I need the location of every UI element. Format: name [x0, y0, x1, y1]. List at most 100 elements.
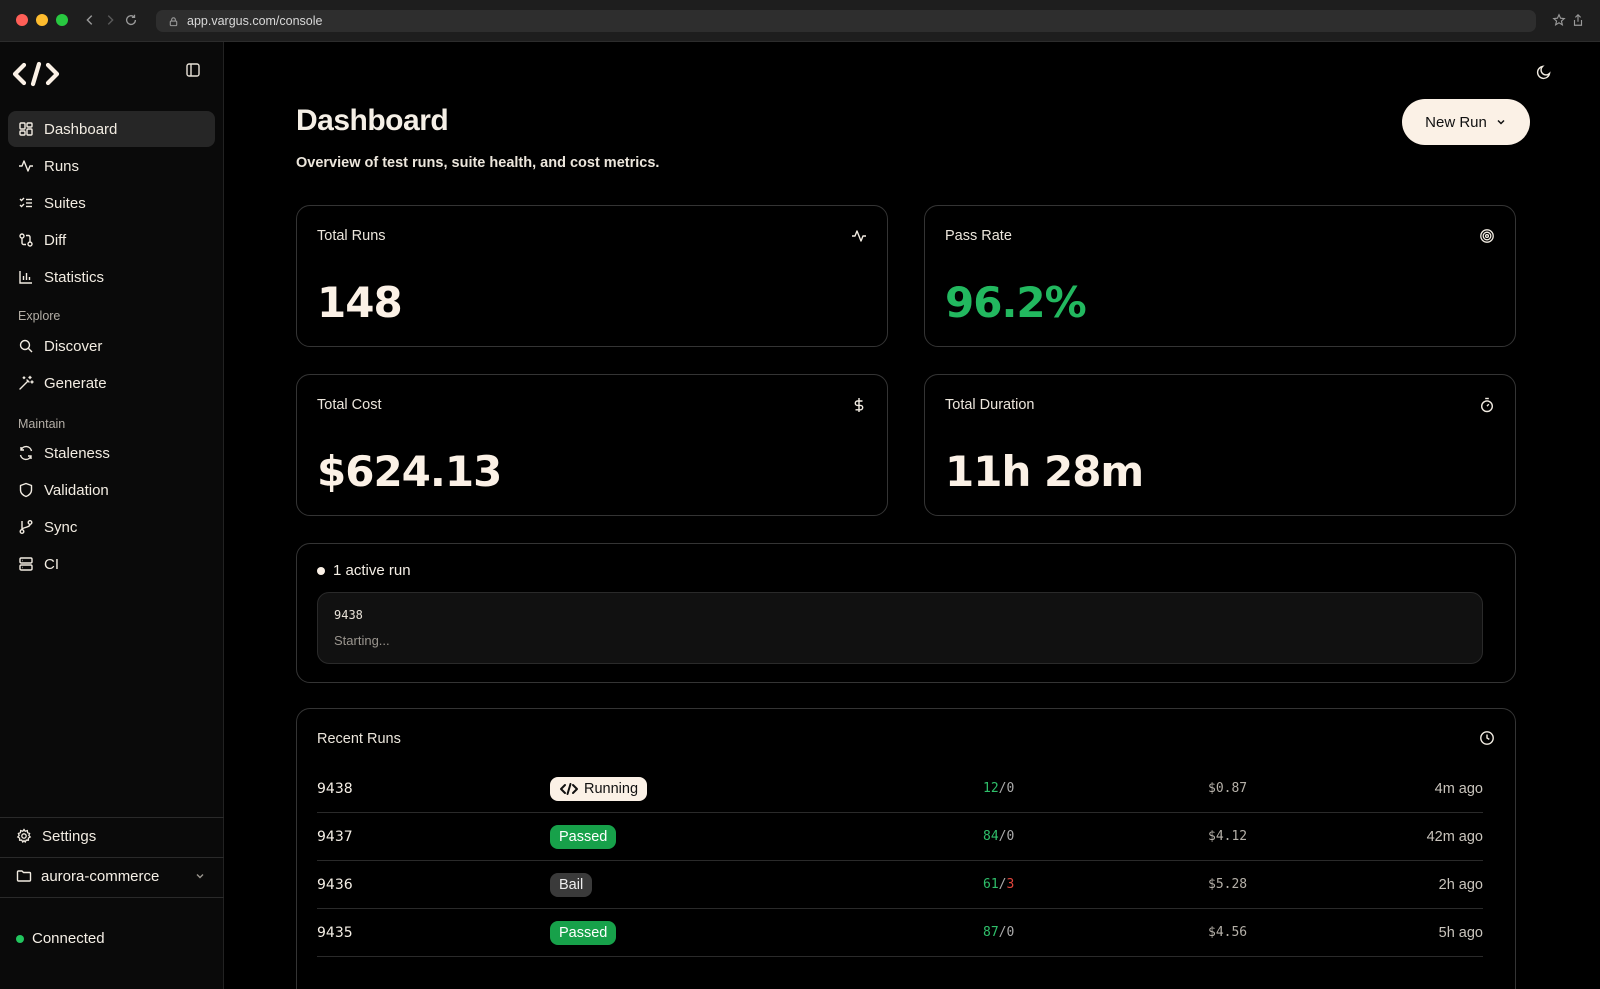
new-run-button[interactable]: New Run [1402, 99, 1530, 145]
refresh-icon [18, 445, 34, 461]
url-text: app.vargus.com/console [187, 14, 323, 28]
sidebar-item-diff[interactable]: Diff [8, 222, 215, 258]
active-run-status: Starting... [334, 633, 390, 648]
page-title: Dashboard [296, 104, 449, 137]
stat-card-total-cost: Total Cost $624.13 [296, 374, 888, 516]
stat-value: $624.13 [317, 447, 502, 496]
server-icon [18, 556, 34, 572]
bar-chart-icon [18, 269, 34, 285]
active-runs-count: 1 active run [333, 562, 411, 579]
divider [0, 897, 224, 898]
activity-icon [851, 228, 867, 244]
sidebar-item-runs[interactable]: Runs [8, 148, 215, 184]
status-badge: Passed [550, 825, 617, 849]
recent-runs-panel: Recent Runs 9438 Running 12/0 $0.87 4m a… [296, 708, 1516, 989]
pass-fail-counts: 12/0 [983, 781, 1015, 796]
stat-card-pass-rate: Pass Rate 96.2% [924, 205, 1516, 347]
sidebar-item-ci[interactable]: CI [8, 546, 215, 582]
share-icon[interactable] [1570, 11, 1586, 29]
target-icon [1479, 228, 1495, 244]
sidebar-item-label: Generate [44, 374, 107, 392]
sidebar-item-suites[interactable]: Suites [8, 185, 215, 221]
sidebar-item-statistics[interactable]: Statistics [8, 259, 215, 295]
passed-count: 61 [983, 877, 999, 892]
failed-count: 0 [1006, 925, 1015, 940]
failed-count: 0 [1006, 781, 1015, 796]
reload-icon[interactable] [123, 11, 139, 29]
sidebar-item-label: Discover [44, 337, 103, 355]
dashboard-icon [18, 121, 34, 137]
shield-icon [18, 482, 34, 498]
folder-icon [16, 868, 32, 884]
failed-count: 3 [1006, 877, 1015, 892]
stat-label: Pass Rate [945, 228, 1012, 244]
table-row[interactable]: 9437 Passed 84/0 $4.12 42m ago [317, 813, 1483, 861]
recent-runs-title: Recent Runs [317, 731, 401, 747]
active-runs-panel: 1 active run 9438 Starting... [296, 543, 1516, 683]
sidebar-item-label: Dashboard [44, 120, 118, 138]
run-id: 9438 [317, 781, 353, 797]
bookmark-star-icon[interactable] [1551, 11, 1567, 29]
pulse-dot [317, 566, 325, 575]
dollar-icon [851, 397, 867, 413]
status-label: Connected [32, 930, 105, 947]
moon-icon[interactable] [1535, 63, 1553, 81]
address-bar[interactable]: app.vargus.com/console [156, 10, 1536, 32]
maximize-window-button[interactable] [56, 14, 68, 26]
table-row[interactable]: 9435 Passed 87/0 $4.56 5h ago [317, 909, 1483, 957]
status-label: Running [584, 781, 639, 797]
wand-icon [18, 375, 34, 391]
run-time: 2h ago [1438, 877, 1483, 893]
sidebar-item-settings[interactable]: Settings [6, 818, 213, 854]
stat-label: Total Duration [945, 397, 1035, 413]
sidebar-item-label: Statistics [44, 268, 105, 286]
active-run-id: 9438 [334, 608, 363, 622]
forward-icon[interactable] [102, 11, 118, 29]
chevron-down-icon [1497, 119, 1505, 125]
sidebar-item-discover[interactable]: Discover [8, 328, 215, 364]
sidebar: Dashboard Runs Suites Diff Statistics Ex… [0, 42, 224, 989]
code-icon [560, 783, 578, 795]
back-icon[interactable] [82, 11, 98, 29]
sidebar-item-sync[interactable]: Sync [8, 509, 215, 545]
run-id: 9435 [317, 925, 353, 941]
divider [0, 857, 224, 858]
search-icon [18, 338, 34, 354]
run-cost: $5.28 [1208, 877, 1248, 892]
sidebar-item-label: Runs [44, 157, 80, 175]
table-row[interactable]: 9436 Bail 61/3 $5.28 2h ago [317, 861, 1483, 909]
git-compare-icon [18, 232, 34, 248]
stat-card-total-runs: Total Runs 148 [296, 205, 888, 347]
app-logo[interactable] [12, 59, 60, 89]
project-selector[interactable]: aurora-commerce [8, 860, 215, 892]
active-run-item[interactable]: 9438 Starting... [317, 592, 1483, 664]
minimize-window-button[interactable] [36, 14, 48, 26]
sidebar-item-generate[interactable]: Generate [8, 365, 215, 401]
project-name: aurora-commerce [41, 867, 160, 885]
nav-section-maintain: Maintain [18, 417, 66, 431]
new-run-label: New Run [1425, 113, 1487, 131]
sidebar-item-dashboard[interactable]: Dashboard [8, 111, 215, 147]
run-time: 5h ago [1438, 925, 1483, 941]
sidebar-toggle-icon[interactable] [185, 62, 201, 78]
stat-value: 148 [317, 278, 403, 327]
gear-icon [16, 828, 32, 844]
table-row[interactable]: 9438 Running 12/0 $0.87 4m ago [317, 765, 1483, 813]
run-cost: $4.12 [1208, 829, 1248, 844]
pass-fail-counts: 87/0 [983, 925, 1015, 940]
passed-count: 84 [983, 829, 999, 844]
pass-fail-counts: 61/3 [983, 877, 1015, 892]
sidebar-item-staleness[interactable]: Staleness [8, 435, 215, 471]
sidebar-item-label: Sync [44, 518, 78, 536]
passed-count: 87 [983, 925, 999, 940]
stat-label: Total Cost [317, 397, 382, 413]
timer-icon [1479, 397, 1495, 413]
connection-status: Connected [16, 930, 105, 947]
git-branch-icon [18, 519, 34, 535]
sidebar-item-validation[interactable]: Validation [8, 472, 215, 508]
run-id: 9437 [317, 829, 353, 845]
clock-icon [1479, 730, 1495, 746]
close-window-button[interactable] [16, 14, 28, 26]
status-dot [16, 934, 24, 943]
browser-chrome: app.vargus.com/console [0, 0, 1600, 42]
